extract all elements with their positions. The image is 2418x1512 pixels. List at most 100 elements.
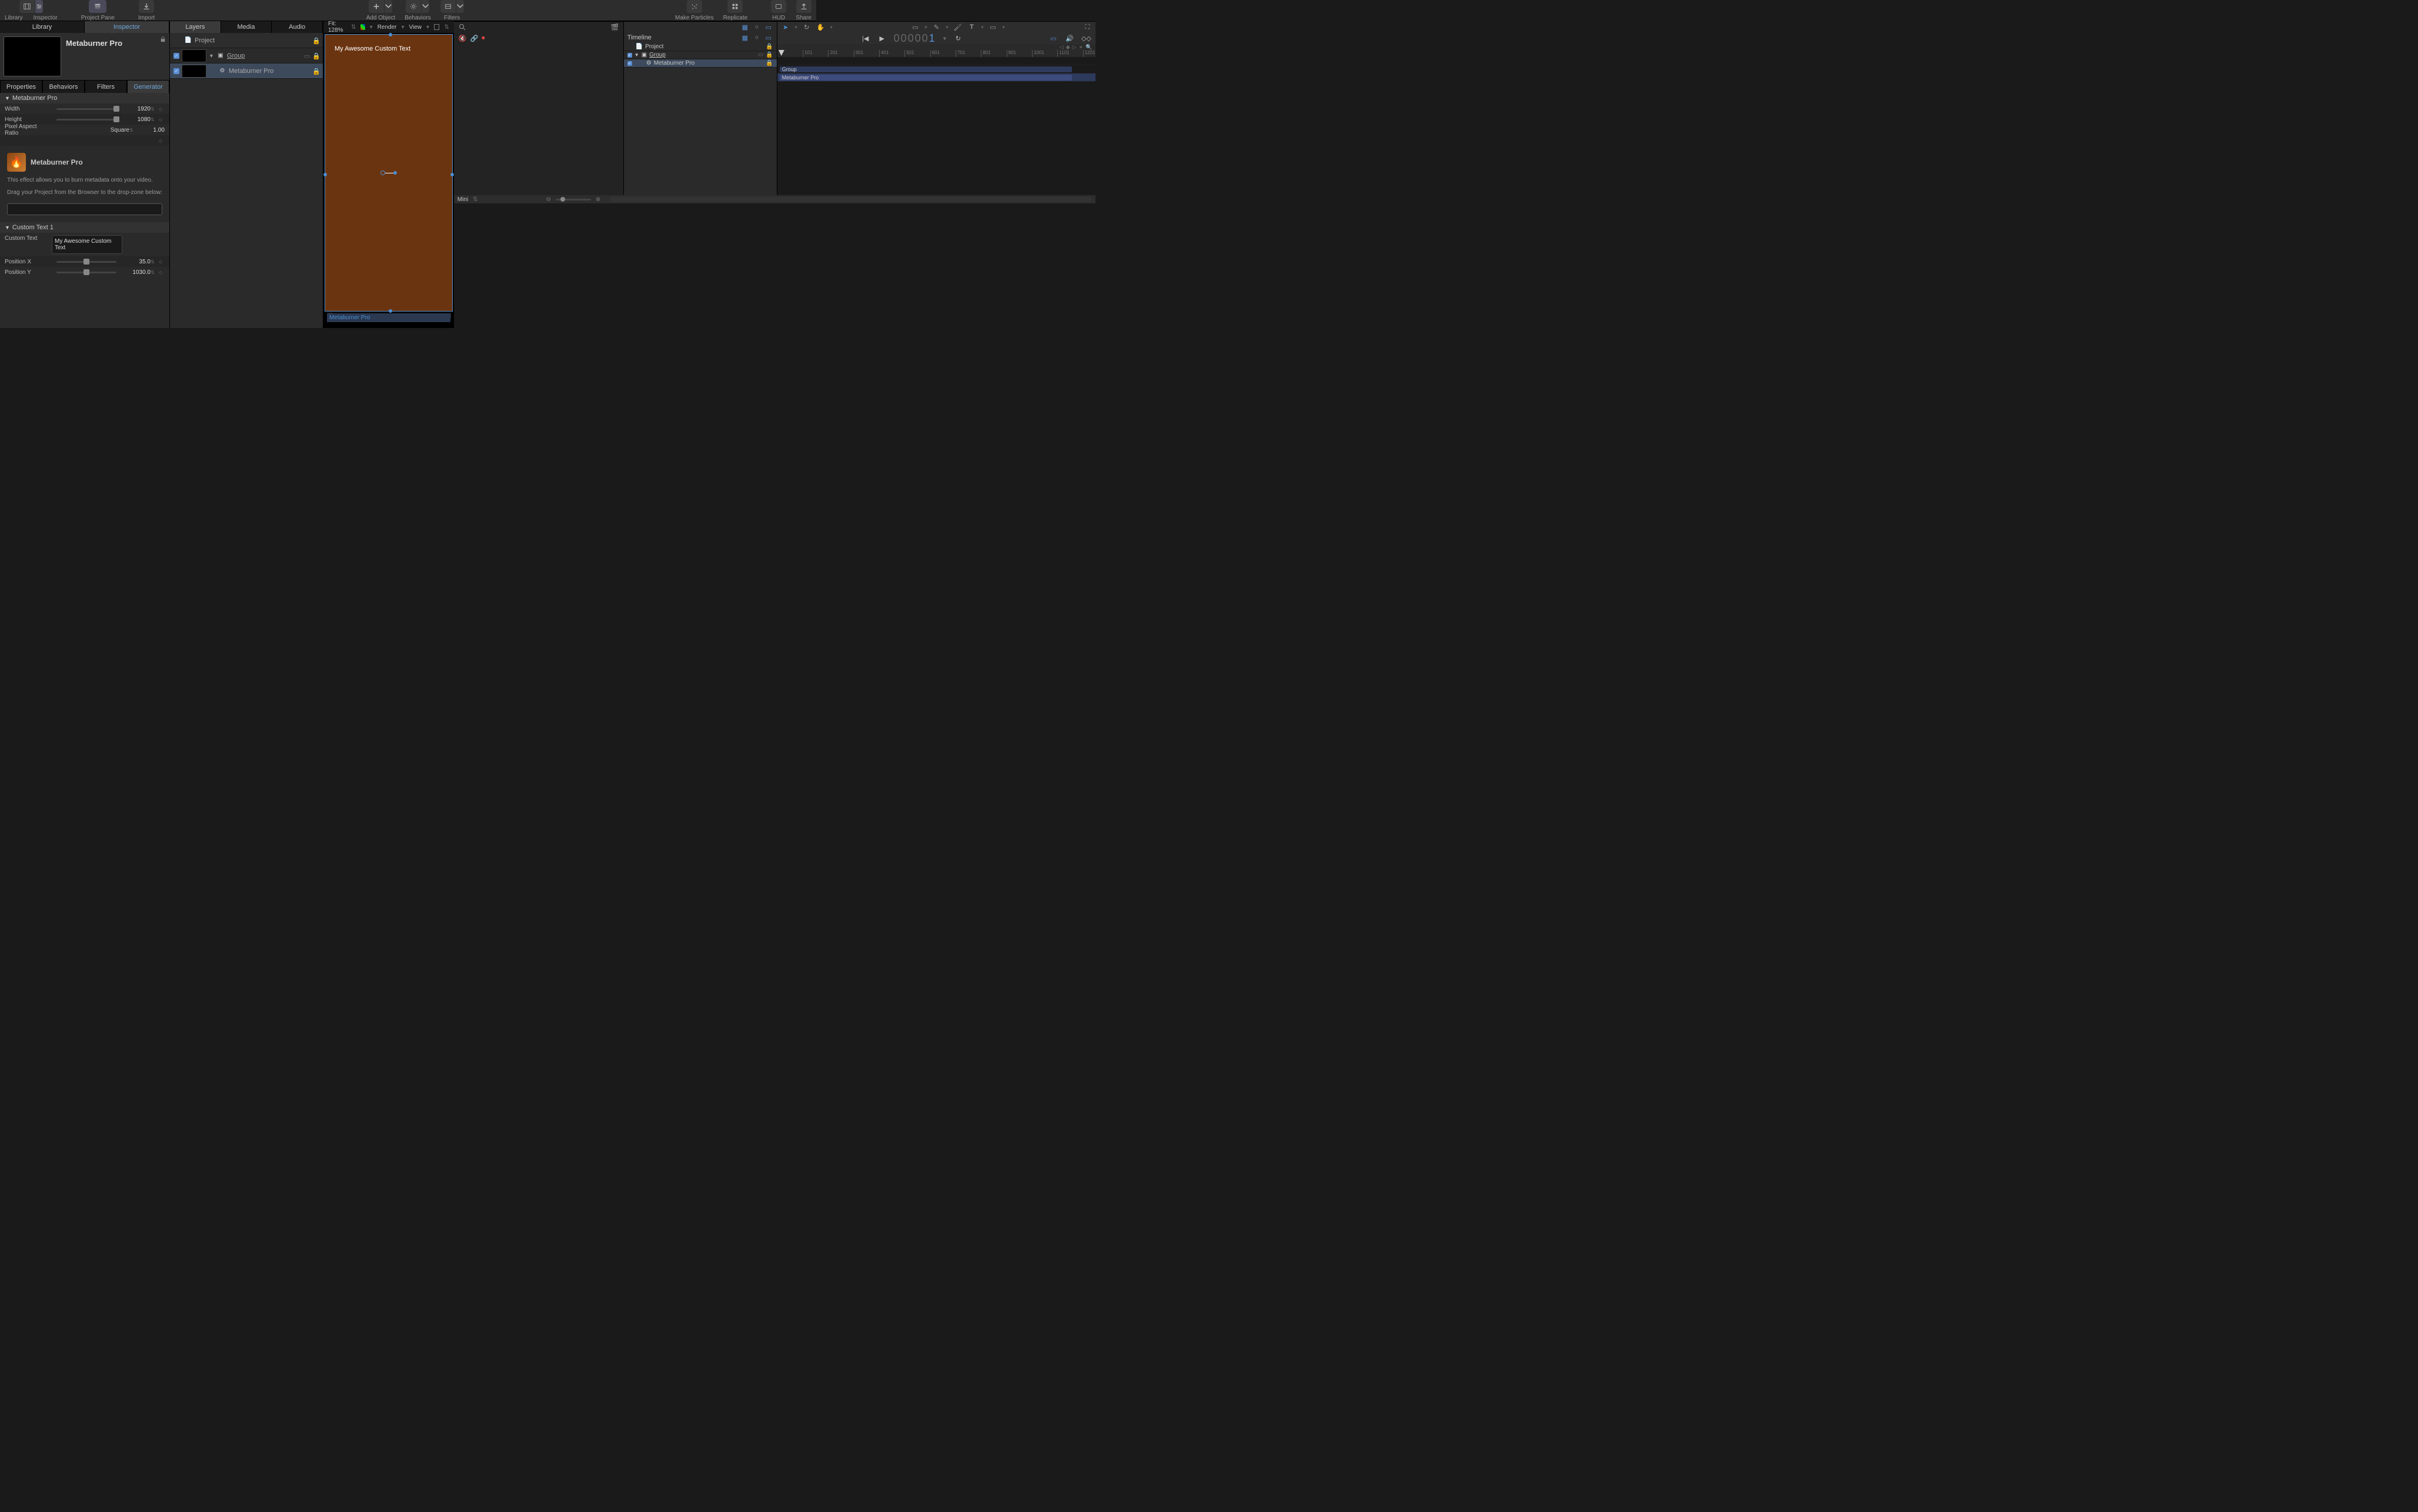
inspector-tab[interactable]: Inspector bbox=[85, 21, 169, 33]
drop-zone[interactable] bbox=[7, 203, 162, 215]
chevron-down-icon[interactable]: ▾ bbox=[830, 25, 833, 30]
group-clip[interactable]: Group bbox=[780, 66, 1073, 72]
stepper-icon[interactable]: ⇅ bbox=[151, 117, 156, 122]
visibility-checkbox[interactable]: ✓ bbox=[173, 53, 179, 59]
width-value[interactable]: 1920 bbox=[121, 106, 151, 112]
go-to-start-button[interactable]: |◀ bbox=[861, 34, 870, 43]
disclosure-icon[interactable]: ▼ bbox=[634, 52, 639, 58]
add-object-dropdown[interactable] bbox=[384, 0, 392, 13]
chevron-down-icon[interactable]: ▾ bbox=[981, 25, 984, 30]
zoom-out-icon[interactable]: ⊖ bbox=[546, 196, 551, 203]
behaviors-tab[interactable]: Behaviors bbox=[42, 80, 85, 93]
stepper-icon[interactable]: ⇅ bbox=[351, 24, 356, 31]
timeline-metaburner-row[interactable]: ✓ ⚙ Metaburner Pro 🔒 bbox=[624, 59, 777, 68]
fit-zoom[interactable]: Fit: 128% bbox=[328, 21, 346, 34]
lock-icon[interactable]: 🔒 bbox=[766, 52, 773, 58]
clapper-icon[interactable]: 🎬 bbox=[610, 22, 620, 32]
zoom-in-icon[interactable]: ⊕ bbox=[596, 196, 600, 203]
search-icon[interactable] bbox=[457, 22, 467, 32]
replicate-button[interactable] bbox=[727, 0, 743, 13]
chevron-down-icon[interactable]: ▾ bbox=[943, 35, 947, 42]
behaviors-dropdown[interactable] bbox=[421, 0, 429, 13]
lock-icon[interactable]: 🔒 bbox=[766, 44, 773, 50]
stepper-icon[interactable]: ⇅ bbox=[129, 128, 135, 133]
project-pane-button[interactable] bbox=[89, 0, 106, 13]
keyframe-diamond-icon[interactable]: ◇ bbox=[159, 138, 165, 143]
stepper-icon[interactable]: ⇅ bbox=[151, 106, 156, 112]
keyframe-diamond-icon[interactable]: ◇ bbox=[159, 117, 165, 122]
properties-tab[interactable]: Properties bbox=[0, 80, 42, 93]
height-slider[interactable] bbox=[56, 119, 116, 121]
rect-tool[interactable]: ▭ bbox=[911, 22, 920, 32]
visibility-checkbox[interactable]: ✓ bbox=[627, 61, 632, 66]
grid-icon[interactable]: ▦ bbox=[740, 22, 750, 32]
chevron-down-icon[interactable]: ▾ bbox=[795, 25, 797, 30]
project-track[interactable] bbox=[777, 57, 1096, 65]
circle-icon[interactable]: ○ bbox=[752, 22, 762, 32]
par-select[interactable]: Square bbox=[52, 127, 129, 133]
play-button[interactable]: ▶ bbox=[877, 34, 887, 43]
grid-toggle-icon[interactable]: ▦ bbox=[740, 33, 750, 42]
selection-handle[interactable] bbox=[323, 173, 327, 176]
metaburner-clip[interactable]: Metaburner Pro bbox=[780, 75, 1073, 81]
chevron-down-icon[interactable]: ▾ bbox=[946, 25, 949, 30]
anchor-point[interactable] bbox=[380, 170, 397, 175]
hand-tool[interactable]: ✋ bbox=[816, 22, 826, 32]
group-layer-row[interactable]: ✓ ▼ ▣ Group ▭🔒 bbox=[170, 48, 323, 63]
audio-button[interactable]: 🔊 bbox=[1065, 34, 1074, 43]
filters-tab[interactable]: Filters bbox=[85, 80, 127, 93]
share-button[interactable] bbox=[796, 0, 811, 13]
library-tab[interactable]: Library bbox=[0, 21, 85, 33]
media-tab[interactable]: Media bbox=[221, 21, 272, 33]
project-layer-row[interactable]: 📄 Project 🔒 bbox=[170, 33, 323, 48]
circle-toggle-icon[interactable]: ○ bbox=[752, 33, 762, 42]
arrow-tool[interactable]: ➤ bbox=[781, 22, 790, 32]
rotate-tool[interactable]: ↻ bbox=[802, 22, 811, 32]
layer-name[interactable]: Metaburner Pro bbox=[654, 60, 764, 66]
stepper-icon[interactable]: ⇅ bbox=[473, 196, 477, 203]
library-button[interactable] bbox=[19, 0, 35, 13]
disclosure-icon[interactable]: ▼ bbox=[209, 53, 214, 59]
link-icon[interactable]: ⚭ bbox=[1079, 44, 1084, 51]
metaburner-section-header[interactable]: ▼ Metaburner Pro bbox=[0, 93, 169, 103]
metaburner-track[interactable]: Metaburner Pro bbox=[777, 73, 1096, 82]
pen-tool[interactable]: ✎ bbox=[932, 22, 941, 32]
keyframe-diamond-icon[interactable]: ◇ bbox=[159, 106, 165, 112]
layer-name[interactable]: Project bbox=[195, 37, 310, 44]
fit-icon[interactable]: ▭ bbox=[304, 52, 311, 59]
prev-keyframe-icon[interactable]: ◁ bbox=[1060, 44, 1064, 51]
playhead[interactable] bbox=[779, 50, 784, 56]
color-channel-button[interactable] bbox=[360, 24, 365, 30]
lock-icon[interactable]: 🔒 bbox=[766, 60, 773, 66]
pos-x-slider[interactable] bbox=[56, 261, 116, 263]
timeline-group-row[interactable]: ✓ ▼ ▣ Group ▭ 🔒 bbox=[624, 51, 777, 59]
pos-y-slider[interactable] bbox=[56, 272, 116, 273]
fullscreen-icon[interactable]: ⛶ bbox=[1083, 22, 1092, 32]
keyframe-diamond-icon[interactable]: ◇ bbox=[159, 259, 165, 265]
layers-tab[interactable]: Layers bbox=[170, 21, 221, 33]
audio-tab[interactable]: Audio bbox=[272, 21, 323, 33]
visibility-checkbox[interactable]: ✓ bbox=[173, 68, 179, 74]
stepper-icon[interactable]: ⇅ bbox=[151, 259, 156, 265]
project-thumbnail[interactable] bbox=[4, 36, 61, 76]
chevron-down-icon[interactable]: ▾ bbox=[925, 25, 927, 30]
filters-dropdown[interactable] bbox=[456, 0, 464, 13]
brush-tool[interactable]: 🖌 bbox=[953, 22, 963, 32]
lock-icon[interactable]: 🔒 bbox=[312, 37, 319, 44]
clip-toggle-icon[interactable]: ▭ bbox=[764, 33, 773, 42]
metaburner-layer-row[interactable]: ✓ ⚙ Metaburner Pro 🔒 bbox=[170, 63, 323, 79]
selection-handle[interactable] bbox=[450, 173, 454, 176]
keyframe-nav-button[interactable]: ◇◇ bbox=[1081, 34, 1091, 43]
generator-tab[interactable]: Generator bbox=[127, 80, 169, 93]
film-icon[interactable]: ▭ bbox=[764, 22, 773, 32]
record-icon[interactable]: ⏺ bbox=[482, 35, 485, 42]
mask-tool[interactable]: ▭ bbox=[988, 22, 998, 32]
hud-button[interactable] bbox=[771, 0, 786, 13]
timeline-project-row[interactable]: 📄 Project 🔒 bbox=[624, 43, 777, 51]
render-dropdown[interactable]: Render bbox=[378, 24, 397, 31]
par-value[interactable]: 1.00 bbox=[135, 127, 165, 133]
pos-y-value[interactable]: 1030.0 bbox=[121, 269, 151, 276]
viewer-layout-button[interactable] bbox=[434, 24, 439, 30]
import-button[interactable] bbox=[139, 0, 154, 13]
custom-text-section-header[interactable]: ▼ Custom Text 1 bbox=[0, 222, 169, 233]
